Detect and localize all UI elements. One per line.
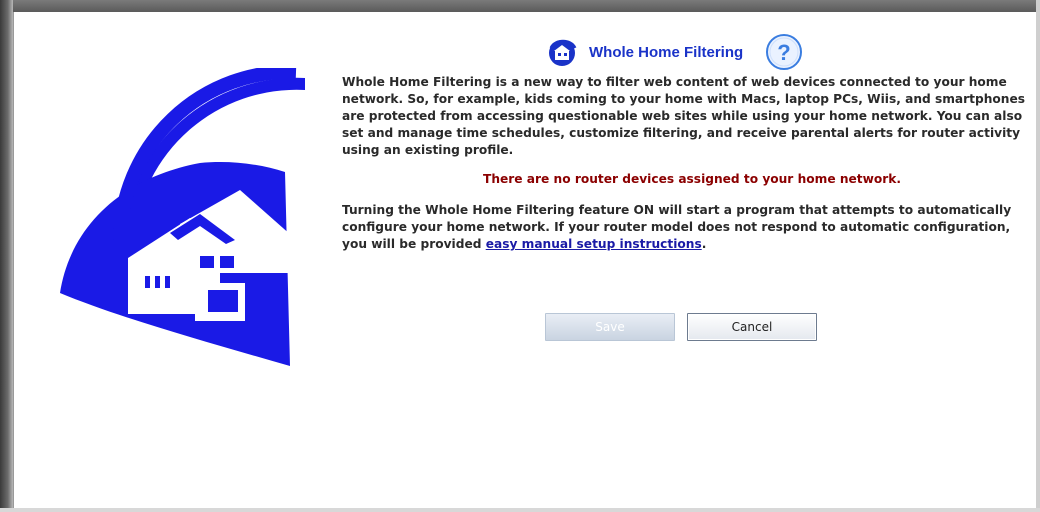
page-title: Whole Home Filtering xyxy=(589,43,744,61)
help-question-icon[interactable]: ? xyxy=(765,33,803,71)
frame-bottom-border xyxy=(0,508,1040,512)
intro-paragraph: Whole Home Filtering is a new way to fil… xyxy=(342,75,1025,157)
description-section: Whole Home Filtering is a new way to fil… xyxy=(342,74,1032,253)
manual-setup-link[interactable]: easy manual setup instructions xyxy=(486,237,702,251)
frame-left-border xyxy=(0,0,13,512)
frame-right-border xyxy=(1036,0,1040,512)
instructions-end: . xyxy=(701,237,707,251)
action-buttons: Save Cancel xyxy=(545,313,817,341)
home-network-logo-icon xyxy=(60,68,305,366)
no-devices-alert: There are no router devices assigned to … xyxy=(483,172,901,186)
globe-shield-icon xyxy=(549,39,577,66)
cancel-button[interactable]: Cancel xyxy=(687,313,817,341)
save-button[interactable]: Save xyxy=(545,313,675,341)
svg-text:?: ? xyxy=(777,40,790,65)
title-row: Whole Home Filtering ? xyxy=(545,34,803,70)
frame-top-border xyxy=(0,0,1040,12)
instructions-paragraph: Turning the Whole Home Filtering feature… xyxy=(342,202,1032,253)
